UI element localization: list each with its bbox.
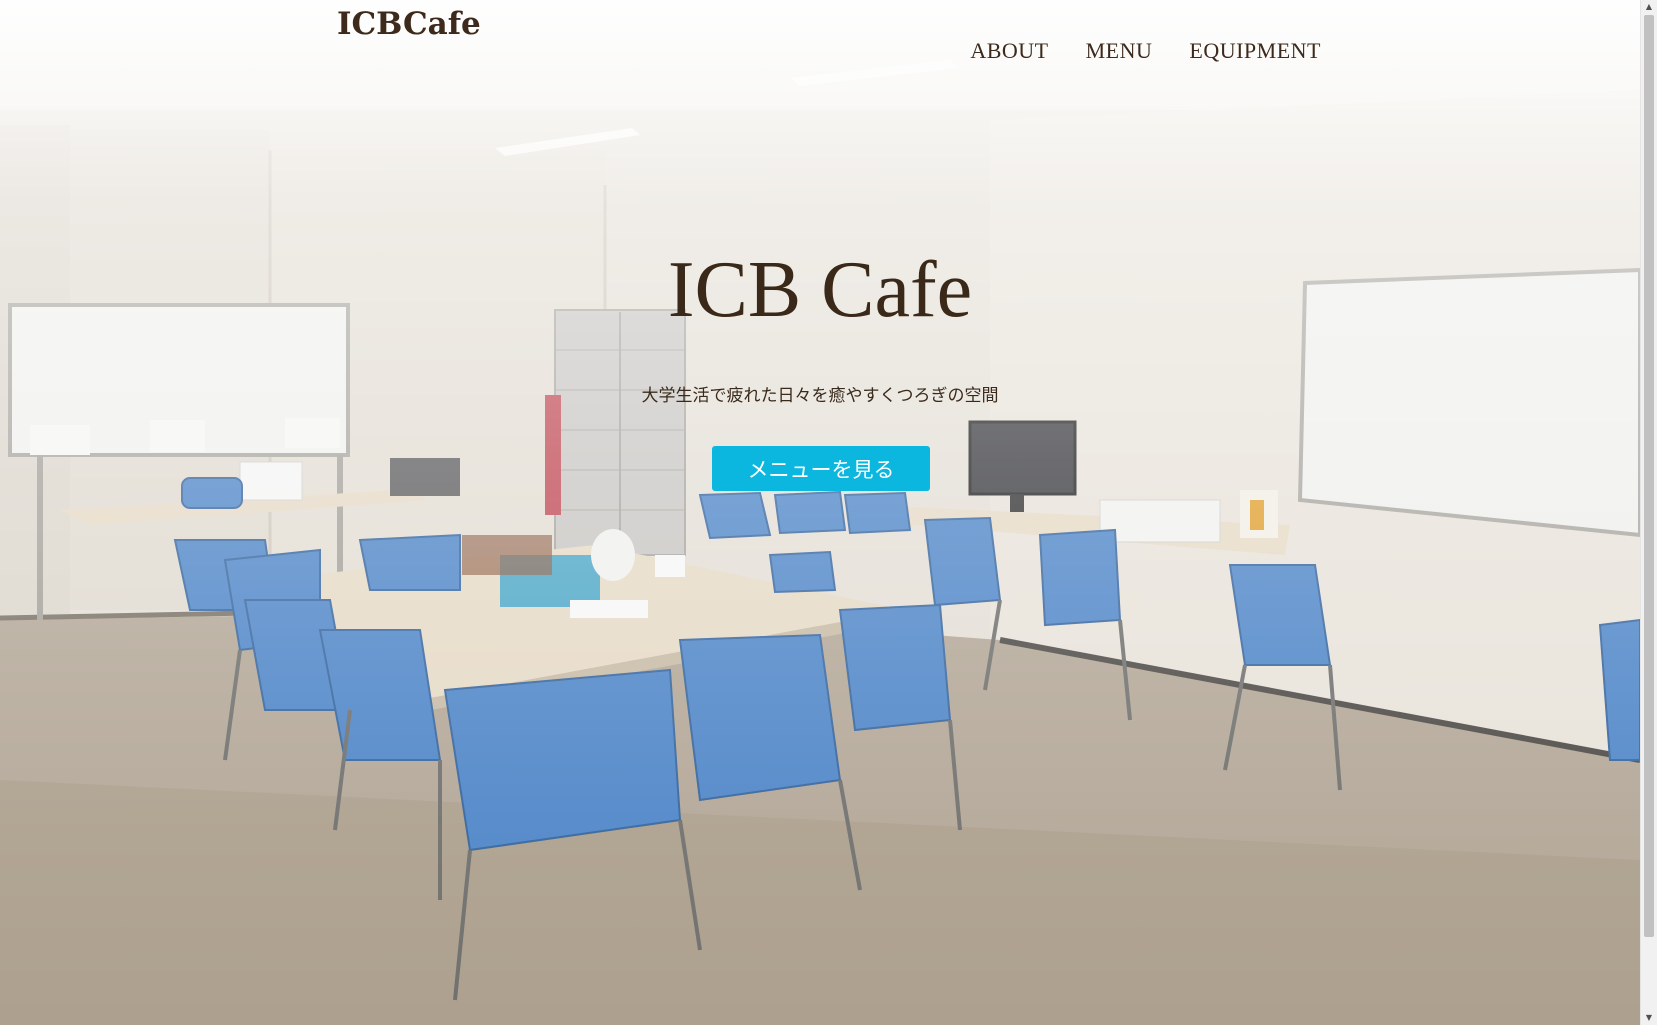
view-menu-button[interactable]: メニューを見る	[712, 446, 930, 491]
nav-equipment-link[interactable]: EQUIPMENT	[1189, 38, 1321, 64]
page-scrollbar[interactable]: ▲ ▼	[1640, 0, 1657, 1025]
nav-about-link[interactable]: ABOUT	[970, 38, 1048, 64]
hero-background-image	[0, 0, 1640, 1025]
hero-title: ICB Cafe	[667, 246, 973, 334]
site-logo[interactable]: ICBCafe	[337, 6, 481, 42]
nav-menu-link[interactable]: MENU	[1086, 38, 1153, 64]
scrollbar-thumb[interactable]	[1644, 15, 1654, 937]
page: ICBCafe ABOUT MENU EQUIPMENT ICB Cafe 大学…	[0, 0, 1657, 1025]
scroll-up-arrow-icon[interactable]: ▲	[1641, 0, 1657, 14]
scroll-down-arrow-icon[interactable]: ▼	[1641, 1011, 1657, 1025]
hero-subtitle: 大学生活で疲れた日々を癒やすくつろぎの空間	[641, 386, 999, 406]
main-nav: ABOUT MENU EQUIPMENT	[970, 38, 1321, 64]
